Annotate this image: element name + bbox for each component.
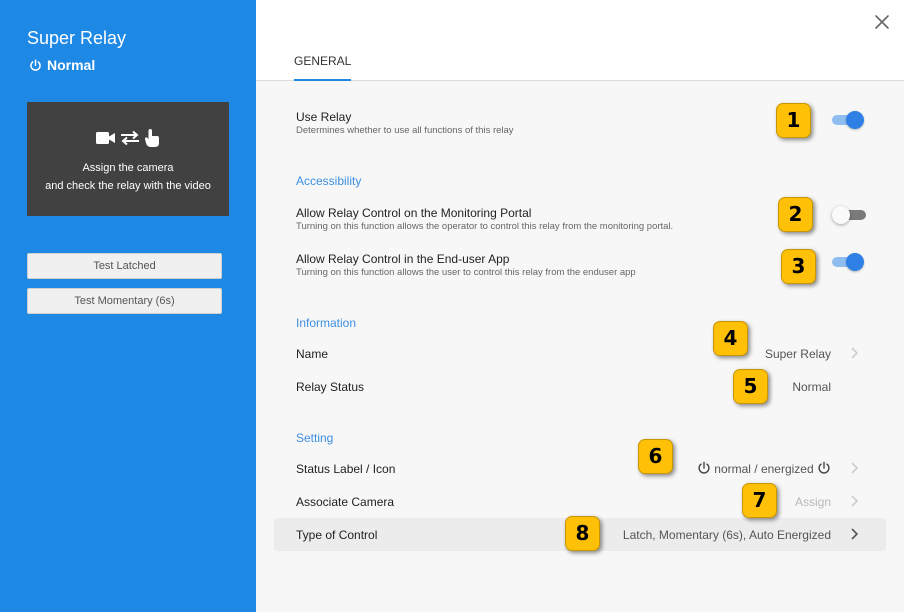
annotation-badge-7: 7 <box>742 483 777 518</box>
chevron-right-icon[interactable] <box>850 495 858 507</box>
use-relay-toggle[interactable] <box>832 110 864 130</box>
setting-heading: Setting <box>296 431 334 445</box>
chevron-right-icon[interactable] <box>850 462 858 474</box>
close-icon[interactable] <box>873 13 891 31</box>
enduser-app-label: Allow Relay Control in the End-user App <box>296 252 510 266</box>
camera-hint-line2: and check the relay with the video <box>45 180 211 192</box>
tab-active-indicator <box>294 79 351 81</box>
chevron-right-icon[interactable] <box>850 528 858 540</box>
camera-preview[interactable]: Assign the camera and check the relay wi… <box>27 102 229 216</box>
associate-camera-label: Associate Camera <box>296 495 395 509</box>
enduser-app-toggle[interactable] <box>832 252 864 272</box>
monitoring-portal-label: Allow Relay Control on the Monitoring Po… <box>296 206 532 220</box>
swap-arrows-icon <box>121 130 139 146</box>
annotation-badge-2: 2 <box>778 197 813 232</box>
chevron-right-icon[interactable] <box>850 347 858 359</box>
status-label-icon-value[interactable]: normal / energized <box>660 461 831 476</box>
touch-hand-icon <box>145 129 159 147</box>
use-relay-label: Use Relay <box>296 110 352 124</box>
power-icon <box>698 461 710 474</box>
annotation-badge-3: 3 <box>781 249 816 284</box>
power-icon <box>818 461 830 474</box>
annotation-badge-8: 8 <box>565 516 600 551</box>
video-camera-icon <box>96 132 115 144</box>
relay-title: Super Relay <box>27 28 127 48</box>
status-label-icon-label: Status Label / Icon <box>296 462 396 476</box>
status-label-text: normal / energized <box>714 462 814 476</box>
power-icon <box>30 58 41 71</box>
relay-status-label: Normal <box>47 57 96 73</box>
sidebar: Super Relay Normal Assign the camera and… <box>0 0 256 612</box>
annotation-badge-6: 6 <box>638 439 673 474</box>
annotation-badge-4: 4 <box>713 321 748 356</box>
annotation-badge-1: 1 <box>776 103 811 138</box>
tab-general[interactable]: GENERAL <box>294 54 351 68</box>
enduser-app-description: Turning on this function allows the user… <box>296 267 636 278</box>
monitoring-portal-toggle[interactable] <box>832 205 866 225</box>
annotation-badge-5: 5 <box>733 369 768 404</box>
information-heading: Information <box>296 316 357 330</box>
type-of-control-label: Type of Control <box>296 528 378 542</box>
use-relay-description: Determines whether to use all functions … <box>296 125 514 136</box>
test-momentary-button[interactable]: Test Momentary (6s) <box>27 288 222 314</box>
name-label: Name <box>296 347 329 361</box>
panel-header: GENERAL <box>256 0 904 81</box>
relay-status: Normal <box>29 57 95 73</box>
monitoring-portal-description: Turning on this function allows the oper… <box>296 221 674 232</box>
relay-status-row-label: Relay Status <box>296 380 365 394</box>
type-of-control-value[interactable]: Latch, Momentary (6s), Auto Energized <box>600 528 831 542</box>
camera-hint-line1: Assign the camera <box>82 162 174 174</box>
test-latched-button[interactable]: Test Latched <box>27 253 222 279</box>
accessibility-heading: Accessibility <box>296 174 362 188</box>
